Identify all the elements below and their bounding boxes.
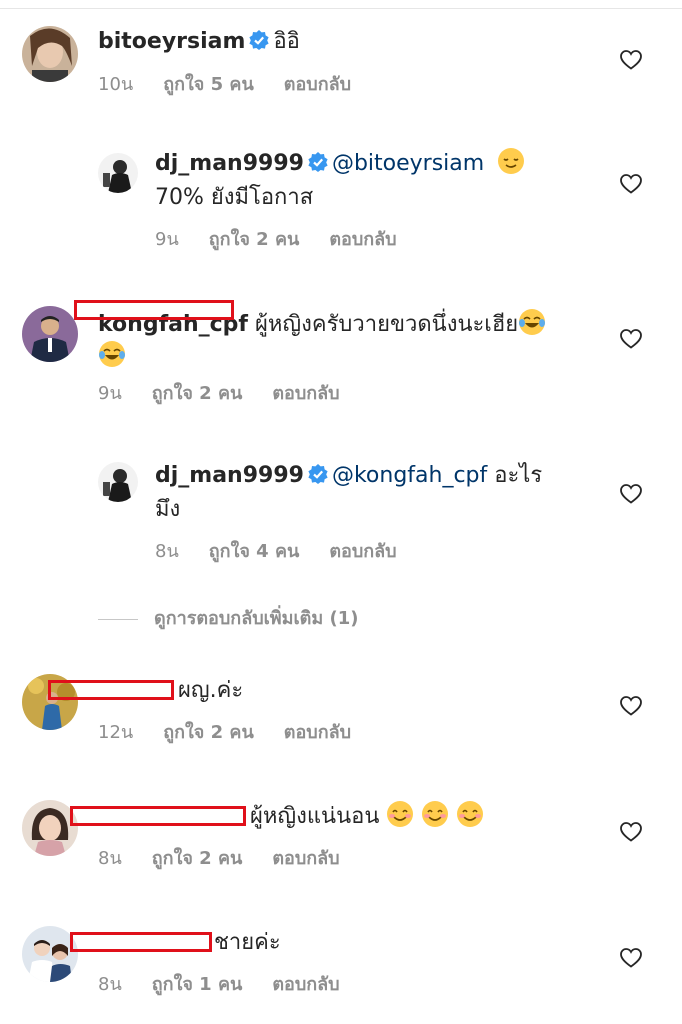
avatar[interactable]	[22, 306, 78, 362]
comment-body-cont: มึง	[155, 497, 181, 522]
reply-button[interactable]: ตอบกลับ	[284, 74, 351, 95]
comment-meta: 9น ถูกใจ 2 คน ตอบกลับ	[155, 227, 427, 253]
comment-body: 70% ยังมีโอกาส	[155, 185, 314, 210]
comment-meta: 8น ถูกใจ 4 คน ตอบกลับ	[155, 539, 427, 565]
comment-meta: 9น ถูกใจ 2 คน ตอบกลับ	[98, 381, 370, 407]
comment-body: อิอิ	[273, 29, 300, 54]
username[interactable]: dj_man9999	[155, 151, 304, 176]
reply-button[interactable]: ตอบกลับ	[272, 974, 339, 995]
comment-body: อะไร	[494, 463, 543, 488]
username[interactable]: bitoeyrsiam	[98, 29, 245, 54]
likes-count[interactable]: ถูกใจ 2 คน	[209, 229, 300, 250]
reply-comment: dj_man9999 @kongfah_cpf อะไร มึง 8น ถูกใจ …	[0, 456, 682, 566]
comment-body: ผู้หญิงแน่นอน	[250, 804, 380, 829]
comment-text-line: dj_man9999 @kongfah_cpf อะไร	[155, 459, 542, 493]
heart-outline-icon[interactable]	[620, 484, 642, 504]
redaction-box	[48, 680, 174, 700]
comment-time: 8น	[98, 974, 122, 995]
heart-outline-icon[interactable]	[620, 329, 642, 349]
heart-outline-icon[interactable]	[620, 50, 642, 70]
comment-meta: 8น ถูกใจ 2 คน ตอบกลับ	[98, 846, 370, 872]
avatar[interactable]	[98, 462, 138, 502]
likes-count[interactable]: ถูกใจ 5 คน	[163, 74, 254, 95]
emoji-smile-icon	[387, 801, 414, 827]
emoji-tears-of-joy-icon	[99, 341, 125, 367]
view-more-replies-label[interactable]: ดูการตอบกลับเพิ่มเติม (1)	[154, 604, 358, 634]
reply-button[interactable]: ตอบกลับ	[284, 722, 351, 743]
emoji-smile-icon	[422, 801, 449, 827]
comment-time: 9น	[155, 229, 179, 250]
comment-body: ผู้หญิงครับวายขวดนึ่งนะเฮีย	[255, 312, 519, 337]
comment-time: 9น	[98, 383, 122, 404]
comment-text-line: bitoeyrsiam อิอิ	[98, 25, 300, 59]
comment: ผญ.ค่ะ 12น ถูกใจ 2 คน ตอบกลับ	[0, 672, 682, 752]
redaction-box	[70, 932, 212, 952]
reply-comment: dj_man9999 @bitoeyrsiam 70% ยังมีโอกาส 9น…	[0, 145, 682, 255]
comment-time: 10น	[98, 74, 134, 95]
verified-badge-icon	[249, 30, 270, 50]
reply-button[interactable]: ตอบกลับ	[272, 383, 339, 404]
username[interactable]: dj_man9999	[155, 463, 304, 488]
reply-button[interactable]: ตอบกลับ	[329, 229, 396, 250]
reply-button[interactable]: ตอบกลับ	[272, 848, 339, 869]
comment-text-line: ผญ.ค่ะ	[178, 674, 243, 708]
comment-text-line: ชายค่ะ	[214, 926, 281, 960]
verified-badge-icon	[308, 464, 328, 484]
top-divider	[0, 0, 682, 9]
heart-outline-icon[interactable]	[620, 822, 642, 842]
reply-button[interactable]: ตอบกลับ	[329, 541, 396, 562]
comment-meta: 10น ถูกใจ 5 คน ตอบกลับ	[98, 72, 381, 98]
likes-count[interactable]: ถูกใจ 2 คน	[163, 722, 254, 743]
likes-count[interactable]: ถูกใจ 2 คน	[152, 383, 243, 404]
emoji-smile-icon	[457, 801, 484, 827]
redaction-box	[70, 806, 246, 826]
comment: kongfah_cpf ผู้หญิงครับวายขวดนึ่งนะเฮีย …	[0, 300, 682, 410]
comment-text-line: ผู้หญิงแน่นอน	[250, 800, 484, 834]
comment-meta: 8น ถูกใจ 1 คน ตอบกลับ	[98, 972, 370, 998]
likes-count[interactable]: ถูกใจ 1 คน	[152, 974, 243, 995]
emoji-line	[98, 340, 126, 374]
likes-count[interactable]: ถูกใจ 2 คน	[152, 848, 243, 869]
comment-meta: 12น ถูกใจ 2 คน ตอบกลับ	[98, 720, 381, 746]
comment-time: 12น	[98, 722, 134, 743]
comment: ชายค่ะ 8น ถูกใจ 1 คน ตอบกลับ	[0, 924, 682, 1014]
comment-time: 8น	[155, 541, 179, 562]
heart-outline-icon[interactable]	[620, 696, 642, 716]
verified-badge-icon	[308, 152, 328, 172]
comment-body: ชายค่ะ	[214, 930, 281, 955]
avatar[interactable]	[98, 153, 138, 193]
heart-outline-icon[interactable]	[620, 948, 642, 968]
comment: bitoeyrsiam อิอิ 10น ถูกใจ 5 คน ตอบกลับ	[0, 20, 682, 110]
avatar[interactable]	[22, 26, 78, 82]
emoji-relieved-icon	[498, 148, 525, 174]
mention-link[interactable]: @bitoeyrsiam	[332, 151, 484, 176]
likes-count[interactable]: ถูกใจ 4 คน	[209, 541, 300, 562]
heart-outline-icon[interactable]	[620, 174, 642, 194]
comment-text-line: dj_man9999 @bitoeyrsiam	[155, 147, 525, 181]
comment-time: 8น	[98, 848, 122, 869]
comment: ผู้หญิงแน่นอน 8น ถูกใจ 2 คน ตอบกลับ	[0, 798, 682, 878]
comment-body: ผญ.ค่ะ	[178, 678, 244, 703]
mention-link[interactable]: @kongfah_cpf	[332, 463, 487, 488]
emoji-tears-of-joy-icon	[519, 309, 546, 335]
redaction-box	[74, 300, 234, 320]
divider	[98, 619, 138, 620]
